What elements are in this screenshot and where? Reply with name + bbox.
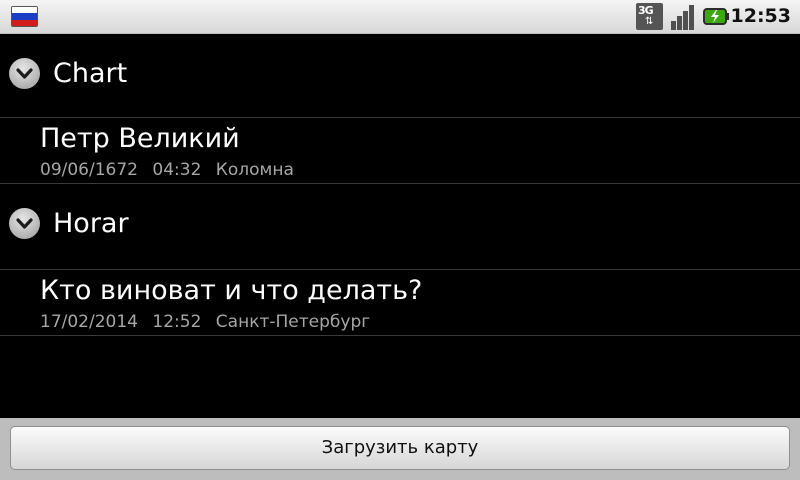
battery-charging-icon [703,3,731,30]
chart-expandable-list[interactable]: Chart Петр Великий 09/06/1672 04:32 Коло… [0,34,800,336]
group-header-horar[interactable]: Horar [0,184,800,270]
item-place: Санкт-Петербург [215,312,371,332]
app-screen: 3G ⇅ 12:53 Chart Петр Великий 09/06/1672… [0,0,800,480]
load-chart-button[interactable]: Загрузить карту [10,426,790,470]
signal-strength-icon [669,3,697,30]
russian-flag-icon [11,6,38,27]
item-meta: 17/02/2014 12:52 Санкт-Петербург [40,312,379,332]
network-3g-icon: 3G ⇅ [636,3,663,30]
item-place: Коломна [215,160,294,180]
item-time: 12:52 [152,312,202,332]
item-title: Петр Великий [40,123,240,154]
list-item[interactable]: Петр Великий 09/06/1672 04:32 Коломна [0,118,800,184]
chevron-down-icon[interactable] [9,208,40,239]
group-header-chart[interactable]: Chart [0,34,800,118]
item-meta: 09/06/1672 04:32 Коломна [40,160,303,180]
group-title: Chart [53,58,128,89]
status-bar: 3G ⇅ 12:53 [0,0,800,34]
item-time: 04:32 [152,160,202,180]
chevron-down-icon[interactable] [9,58,40,89]
item-date: 09/06/1672 [40,160,138,180]
group-title: Horar [53,208,129,239]
status-clock: 12:53 [730,5,791,27]
item-title: Кто виноват и что делать? [40,275,423,306]
list-item[interactable]: Кто виноват и что делать? 17/02/2014 12:… [0,270,800,336]
item-date: 17/02/2014 [40,312,138,332]
bottom-button-bar: Загрузить карту [0,418,800,480]
